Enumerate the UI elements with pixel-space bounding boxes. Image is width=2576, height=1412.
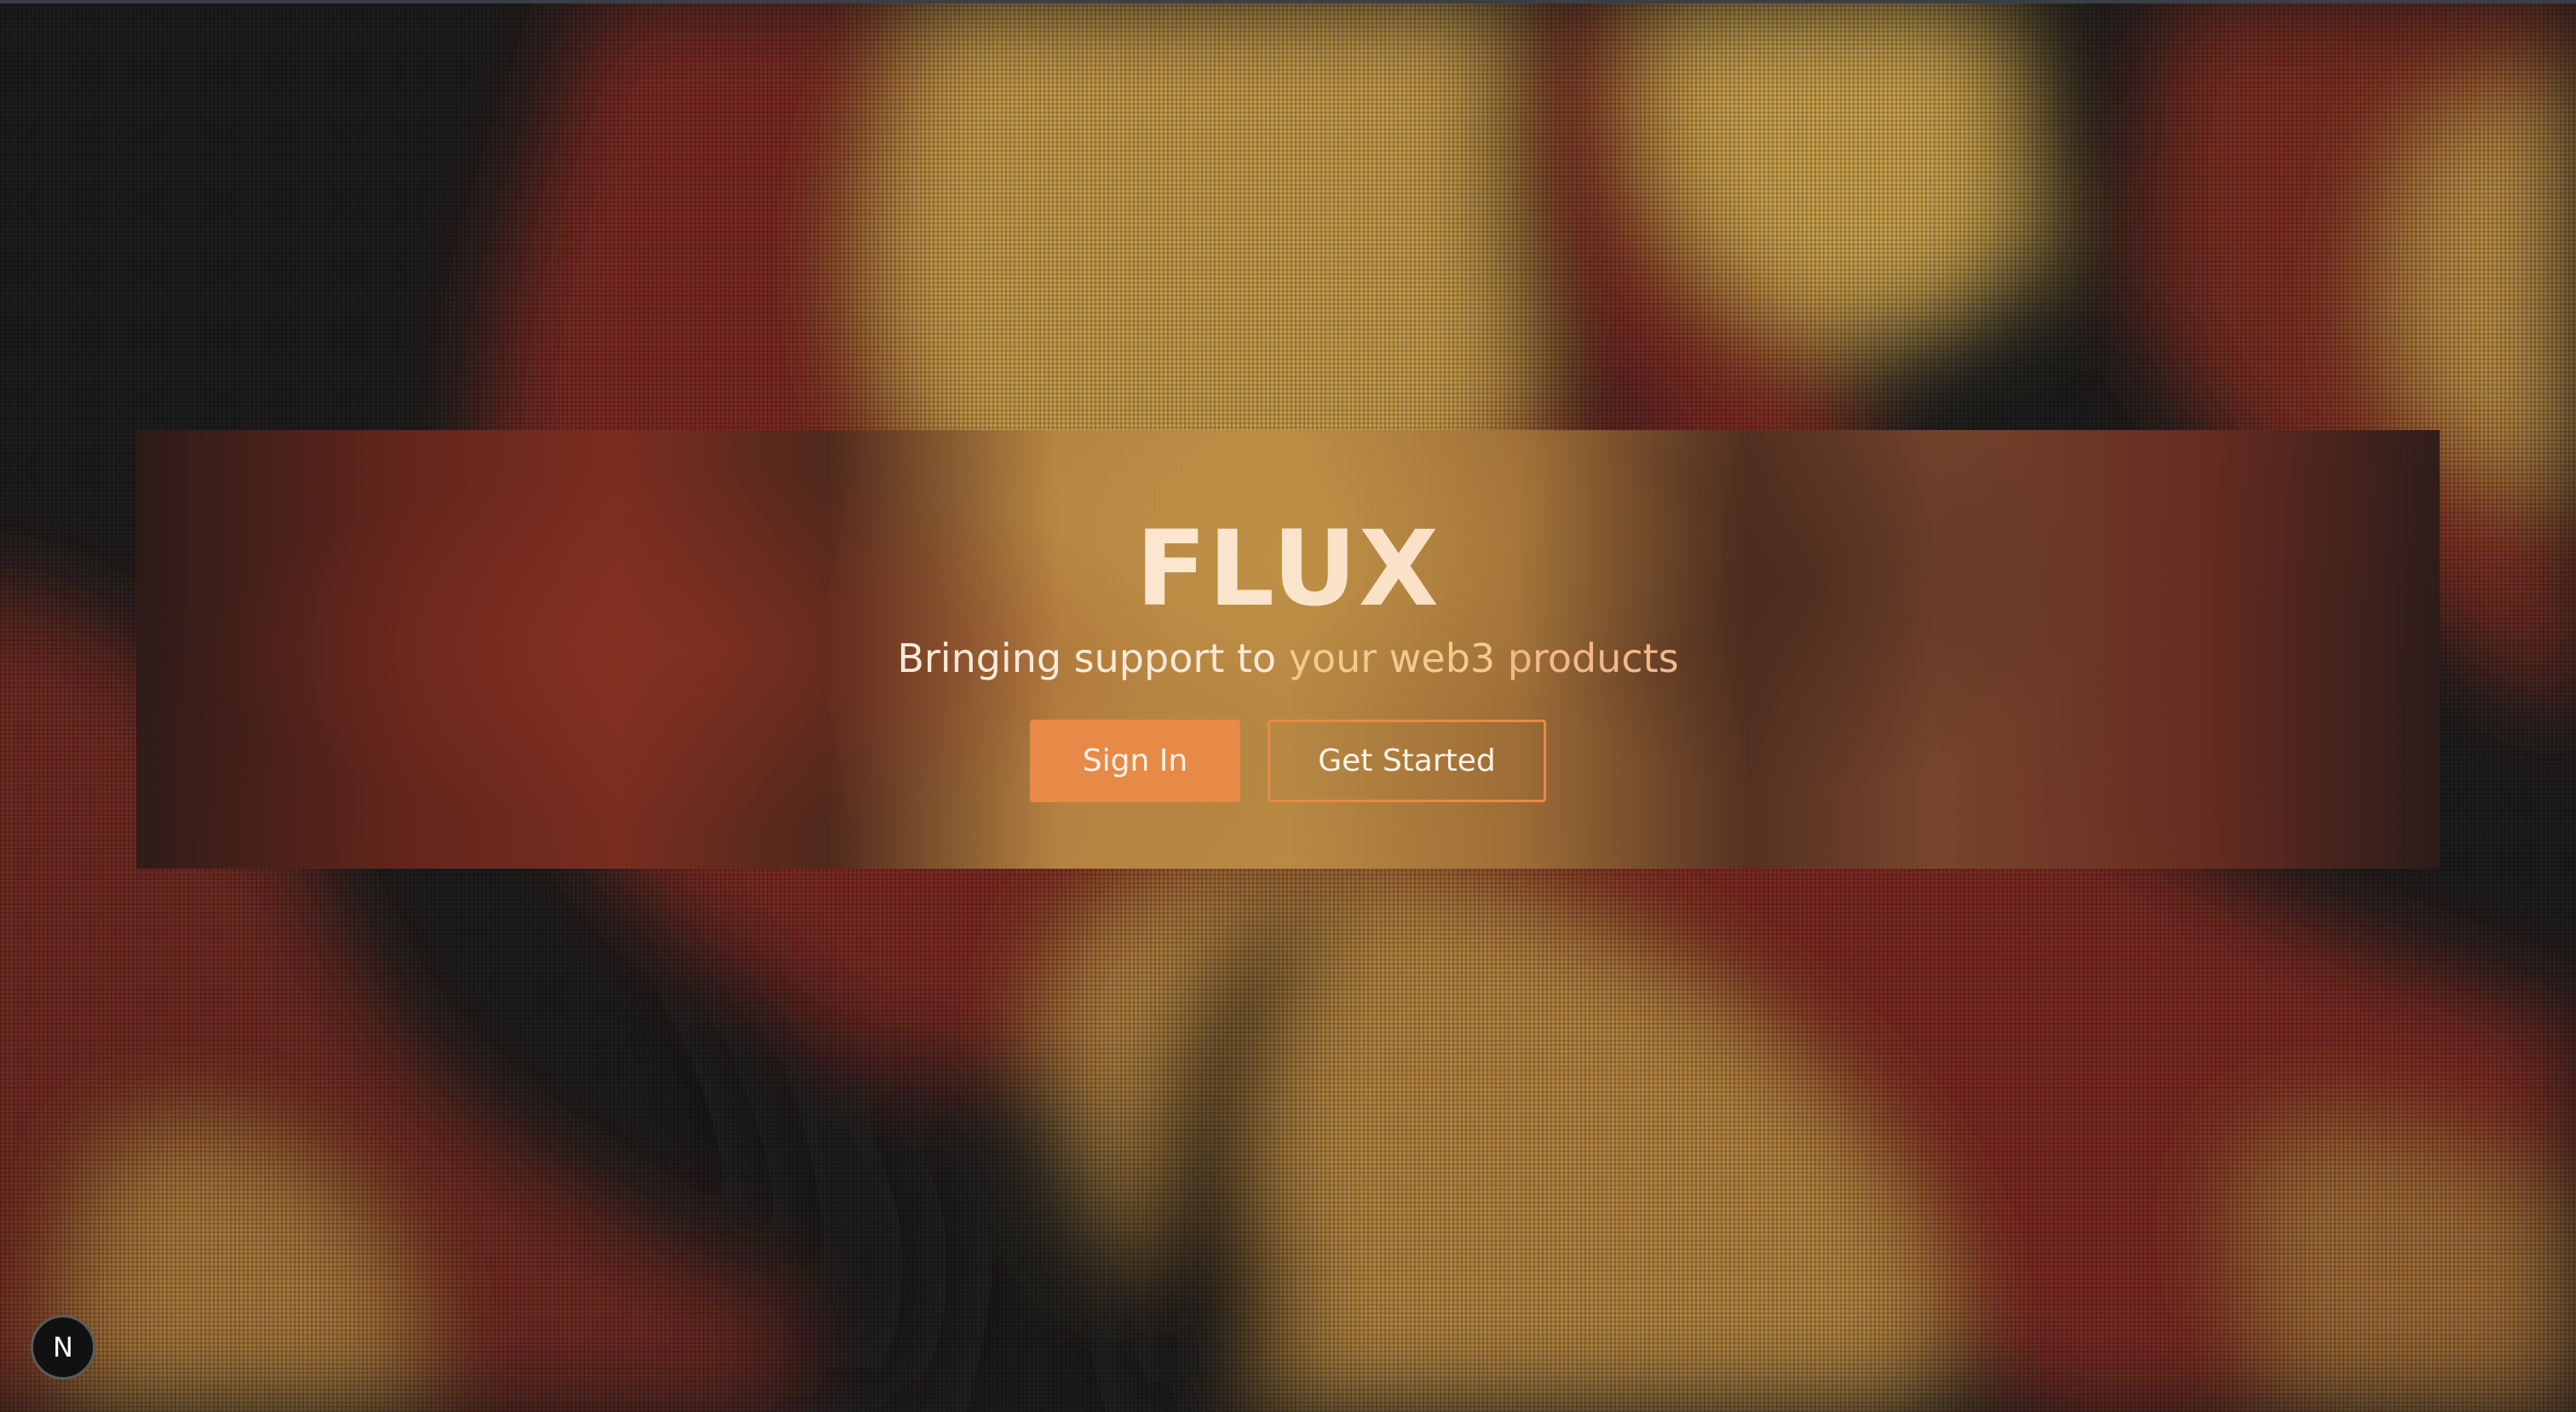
window-top-edge xyxy=(0,0,2576,3)
hero-actions: Sign In Get Started xyxy=(136,720,2440,802)
landing-page: FLUX Bringing support to your web3 produ… xyxy=(0,0,2576,1412)
hero-subtitle-part-1: Bringing support to xyxy=(897,635,1289,681)
nextjs-logo-icon[interactable]: N xyxy=(31,1315,95,1380)
hero-panel: FLUX Bringing support to your web3 produ… xyxy=(136,430,2440,869)
hero-subtitle-part-3: products xyxy=(1507,635,1679,681)
hero-subtitle: Bringing support to your web3 products xyxy=(136,633,2440,684)
hero-subtitle-part-2: your web3 xyxy=(1288,635,1508,681)
get-started-button[interactable]: Get Started xyxy=(1268,720,1546,802)
sign-in-button[interactable]: Sign In xyxy=(1030,720,1240,802)
hero-title: FLUX xyxy=(136,509,2440,629)
hero-content: FLUX Bringing support to your web3 produ… xyxy=(136,430,2440,869)
